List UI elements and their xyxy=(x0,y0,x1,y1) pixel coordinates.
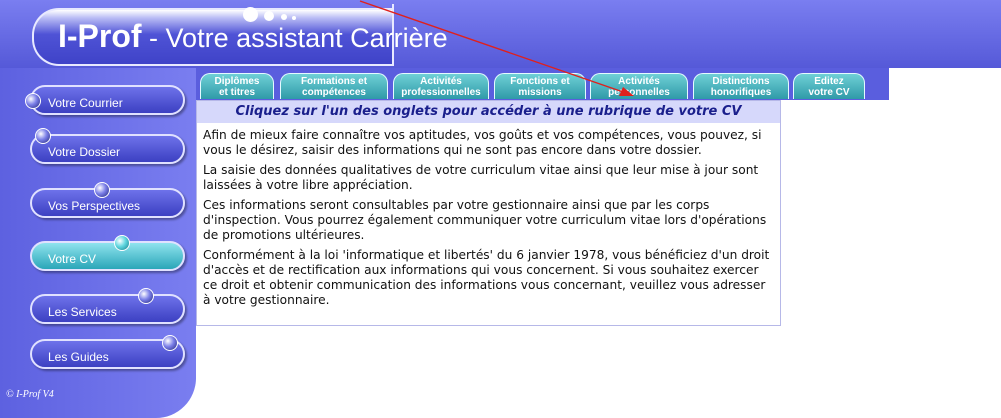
sidebar-item-label: Votre Courrier xyxy=(48,96,123,110)
panel-title: Cliquez sur l'un des onglets pour accéde… xyxy=(197,101,780,123)
sidebar-item-les-services[interactable]: Les Services xyxy=(30,288,185,324)
sidebar-item-votre-cv[interactable]: Votre CV xyxy=(30,235,185,271)
sidebar-item-votre-courrier[interactable]: Votre Courrier xyxy=(25,85,185,115)
sidebar-item-label: Les Guides xyxy=(48,350,109,364)
sidebar-item-label: Vos Perspectives xyxy=(48,199,141,213)
tab-fonctions[interactable]: Fonctions et missions xyxy=(494,73,586,99)
knob-icon xyxy=(25,93,41,109)
tab-formations[interactable]: Formations et compétences xyxy=(280,73,388,99)
tab-label-line1: Diplômes xyxy=(214,76,260,87)
info-paragraph: Afin de mieux faire connaître vos aptitu… xyxy=(203,128,762,157)
app-header: I-Prof - Votre assistant Carrière xyxy=(0,0,1001,68)
sidebar-item-label: Votre Dossier xyxy=(48,145,121,159)
sidebar: Votre Courrier Votre Dossier Vos Perspec… xyxy=(0,68,196,418)
tab-label-line1: Activités xyxy=(420,76,462,87)
logo-dot-large xyxy=(243,7,258,22)
app-title: I-Prof - Votre assistant Carrière xyxy=(58,18,448,55)
tab-label-line1: Formations et xyxy=(300,76,368,87)
info-paragraph: Ces informations seront consultables par… xyxy=(203,198,767,242)
tab-label-line2: personnelles xyxy=(608,87,670,98)
sidebar-item-votre-dossier[interactable]: Votre Dossier xyxy=(30,128,185,164)
tab-label-line2: professionnelles xyxy=(401,87,481,98)
logo-dot-small xyxy=(281,14,287,20)
app-subtitle: - Votre assistant Carrière xyxy=(141,23,448,53)
sidebar-item-vos-perspectives[interactable]: Vos Perspectives xyxy=(30,182,185,218)
copyright-text: © I-Prof V4 xyxy=(6,389,54,400)
tab-label-line1: Fonctions et xyxy=(510,76,570,87)
tab-label-line2: et titres xyxy=(218,87,256,98)
tab-diplomes[interactable]: Diplômes et titres xyxy=(200,73,274,99)
sidebar-item-les-guides[interactable]: Les Guides xyxy=(30,335,185,369)
info-paragraph: La saisie des données qualitatives de vo… xyxy=(203,163,759,192)
knob-icon xyxy=(162,335,178,351)
tab-activites-professionnelles[interactable]: Activités professionnelles xyxy=(393,73,489,99)
tab-editez-cv[interactable]: Editez votre CV xyxy=(793,73,865,99)
tab-label-line2: compétences xyxy=(302,87,366,98)
tab-label-line2: votre CV xyxy=(808,87,850,98)
tab-distinctions[interactable]: Distinctions honorifiques xyxy=(693,73,789,99)
knob-icon xyxy=(35,128,51,144)
app-brand: I-Prof xyxy=(58,18,142,54)
sidebar-item-label: Votre CV xyxy=(48,252,97,266)
knob-icon xyxy=(114,235,130,251)
logo-dot-medium xyxy=(264,11,274,21)
tab-activites-personnelles[interactable]: Activités personnelles xyxy=(590,73,688,99)
tab-label-line2: honorifiques xyxy=(710,87,772,98)
logo-dot-tiny xyxy=(292,16,296,20)
info-paragraph: Conformément à la loi 'informatique et l… xyxy=(203,248,770,307)
knob-icon xyxy=(138,288,154,304)
tabs-bar: Diplômes et titres Formations et compétenc… xyxy=(196,68,1001,100)
knob-icon xyxy=(94,182,110,198)
sidebar-item-label: Les Services xyxy=(48,305,117,319)
tab-label-line1: Distinctions xyxy=(712,76,770,87)
cv-info-panel: Cliquez sur l'un des onglets pour accéde… xyxy=(196,100,781,326)
tab-label-line1: Editez xyxy=(814,76,844,87)
tab-label-line2: missions xyxy=(518,87,562,98)
tab-label-line1: Activités xyxy=(618,76,660,87)
